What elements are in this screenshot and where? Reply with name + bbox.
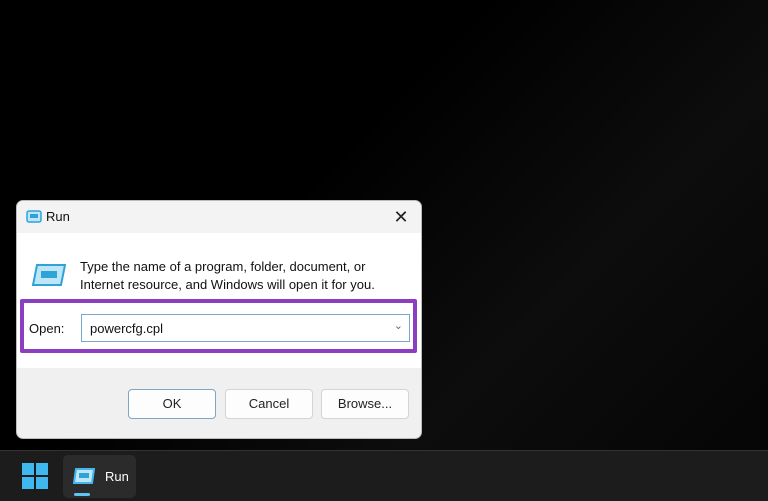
taskbar-run-button[interactable]: Run <box>63 455 136 498</box>
open-input-value: powercfg.cpl <box>90 321 163 336</box>
close-button[interactable]: ✕ <box>389 205 413 229</box>
dialog-content: Type the name of a program, folder, docu… <box>17 233 421 368</box>
taskbar: Run <box>0 450 768 501</box>
open-label: Open: <box>29 321 65 336</box>
run-icon <box>73 468 95 484</box>
taskbar-run-label: Run <box>105 469 129 484</box>
run-dialog: Run ✕ Type the name of a program, folder… <box>16 200 422 439</box>
cancel-button[interactable]: Cancel <box>225 389 313 419</box>
title-bar: Run ✕ <box>17 201 421 233</box>
ok-button[interactable]: OK <box>128 389 216 419</box>
run-large-icon <box>32 264 66 286</box>
open-input[interactable]: powercfg.cpl ⌄ <box>81 314 410 342</box>
dialog-title: Run <box>46 209 70 224</box>
browse-button[interactable]: Browse... <box>321 389 409 419</box>
dialog-description: Type the name of a program, folder, docu… <box>80 259 375 292</box>
run-icon <box>26 210 42 223</box>
active-indicator <box>74 493 90 496</box>
chevron-down-icon[interactable]: ⌄ <box>394 319 403 332</box>
windows-start-icon[interactable] <box>22 463 48 489</box>
